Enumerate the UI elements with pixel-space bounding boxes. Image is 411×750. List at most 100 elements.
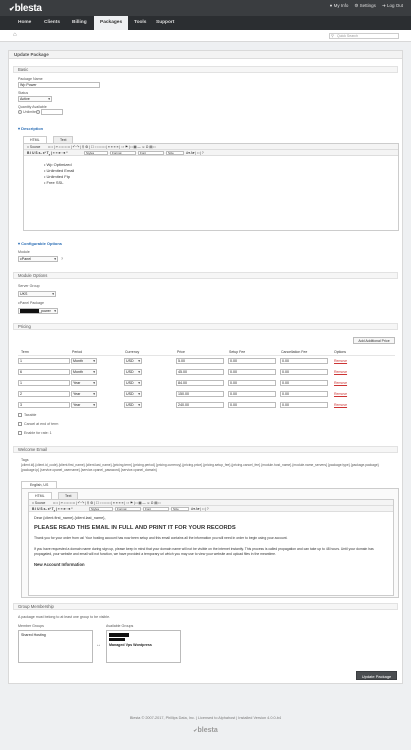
period-select[interactable]: Month <box>71 369 97 375</box>
currency-select[interactable]: USD <box>124 358 142 364</box>
font-select[interactable]: Font <box>138 151 164 155</box>
remove-price-link[interactable]: Remove <box>334 370 347 374</box>
top-links: ● My Info ⚙ Settings ➜ Log Out <box>330 3 403 9</box>
cancel-fee-input[interactable]: 0.00 <box>280 391 328 397</box>
package-name-input[interactable]: Wp Power <box>18 82 100 88</box>
update-package-button[interactable]: Update Package <box>356 671 397 680</box>
currency-select[interactable]: USD <box>124 391 142 397</box>
format-buttons[interactable]: B I U S x₂ x² Tx | ≡ ≡ ⇤ ⇥ “ <box>27 151 68 157</box>
top-bar: ✔blesta ● My Info ⚙ Settings ➜ Log Out <box>0 0 411 16</box>
taxable-checkbox[interactable] <box>18 413 22 417</box>
toolbar-tools[interactable]: □ □ | ✂ □ □ □ □ | ↶ ↷ | ⚲ ⚙ | ☐ ○ □ □ □ … <box>48 145 155 149</box>
tags-list: {client.id} {client.id_code} {client.fir… <box>21 463 379 472</box>
quantity-radio[interactable] <box>36 110 40 114</box>
nav-clients[interactable]: Clients <box>38 16 66 30</box>
prorate-checkbox[interactable] <box>18 431 22 435</box>
email-styles-select[interactable]: Styles <box>89 507 113 511</box>
setup-fee-input[interactable]: 0.00 <box>228 402 276 408</box>
add-price-button[interactable]: Add Additional Price <box>353 337 395 344</box>
status-select[interactable]: Active <box>18 96 52 102</box>
move-groups-icon[interactable]: ↔ <box>96 642 101 648</box>
available-group-item[interactable]: Managed Vps Wordpress <box>109 643 152 647</box>
remove-price-link[interactable]: Remove <box>334 381 347 385</box>
source-button[interactable]: □ Source <box>27 145 40 149</box>
format-select[interactable]: Format <box>110 151 136 155</box>
nav-support[interactable]: Support <box>150 16 180 30</box>
cancel-at-end-checkbox[interactable] <box>18 422 22 426</box>
server-group-select[interactable]: UKS <box>18 291 56 297</box>
cancel-fee-input[interactable]: 0.00 <box>280 380 328 386</box>
setup-fee-input[interactable]: 0.00 <box>228 369 276 375</box>
remove-price-link[interactable]: Remove <box>334 359 347 363</box>
welcome-email-editor[interactable]: □ Source □ □ | ✂ □ □ □ □ | ↶ ↷ | ⚲ ⚙ | ☐… <box>28 499 394 596</box>
log-out-link[interactable]: ➜ Log Out <box>382 3 403 9</box>
email-size-select[interactable]: Size <box>171 507 189 511</box>
email-color-buttons[interactable]: A▾ A▾ | □ | ? <box>191 507 209 511</box>
member-group-item[interactable]: Shared Hosting <box>21 633 46 637</box>
currency-select[interactable]: USD <box>124 369 142 375</box>
color-buttons[interactable]: A▾ A▾ | □ | ? <box>186 151 204 155</box>
nav-billing[interactable]: Billing <box>66 16 93 30</box>
email-subheading: New Account Information <box>34 562 85 567</box>
cancel-fee-input[interactable]: 0.00 <box>280 358 328 364</box>
period-select[interactable]: Year <box>71 380 97 386</box>
currency-select[interactable]: USD <box>124 380 142 386</box>
email-tab-html[interactable]: HTML <box>28 492 52 499</box>
nav-tools[interactable]: Tools <box>128 16 152 30</box>
price-input[interactable]: 84.00 <box>176 380 224 386</box>
size-select[interactable]: Size <box>166 151 184 155</box>
description-editor[interactable]: □ Source □ □ | ✂ □ □ □ □ | ↶ ↷ | ⚲ ⚙ | ☐… <box>23 143 399 231</box>
email-format-buttons[interactable]: B I U S x₂ x² Tx | ≡ ≡ ⇤ ⇥ “ <box>32 507 73 513</box>
settings-link[interactable]: ⚙ Settings <box>354 3 376 9</box>
email-format-select[interactable]: Format <box>115 507 141 511</box>
email-font-select[interactable]: Font <box>143 507 169 511</box>
email-toolbar-row2: B I U S x₂ x² Tx | ≡ ≡ ⇤ ⇥ “ Styles Form… <box>29 506 393 513</box>
setup-fee-input[interactable]: 0.00 <box>228 358 276 364</box>
cancel-at-end-label: Cancel at end of term <box>24 422 59 426</box>
email-toolbar-tools[interactable]: □ □ | ✂ □ □ □ □ | ↶ ↷ | ⚲ ⚙ | ☐ ○ □ □ □ … <box>53 501 160 505</box>
my-info-link[interactable]: ● My Info <box>330 3 349 9</box>
remove-price-link[interactable]: Remove <box>334 392 347 396</box>
setup-fee-input[interactable]: 0.00 <box>228 391 276 397</box>
member-groups-list[interactable]: Shared Hosting <box>18 630 93 663</box>
period-select[interactable]: Month <box>71 358 97 364</box>
period-select[interactable]: Year <box>71 402 97 408</box>
cancel-fee-input[interactable]: 0.00 <box>280 402 328 408</box>
nav-packages[interactable]: Packages <box>94 16 129 30</box>
term-input[interactable]: 1 <box>18 358 70 364</box>
period-select[interactable]: Year <box>71 391 97 397</box>
status-label: Status <box>18 91 29 95</box>
search-input[interactable]: ⚲ Quick Search <box>329 33 399 39</box>
blesta-logo[interactable]: ✔blesta <box>9 3 42 14</box>
description-tab-text[interactable]: Text <box>53 136 74 143</box>
price-input[interactable]: 150.00 <box>176 391 224 397</box>
currency-select[interactable]: USD <box>124 402 142 408</box>
email-source-button[interactable]: □ Source <box>32 501 45 505</box>
home-icon[interactable]: ⌂ <box>13 32 18 38</box>
setup-fee-header: Setup Fee <box>229 350 246 354</box>
remove-price-link[interactable]: Remove <box>334 403 347 407</box>
setup-fee-input[interactable]: 0.00 <box>228 380 276 386</box>
language-tab[interactable]: English, US <box>21 481 58 488</box>
email-greeting: Dear {client.first_name} {client.last_na… <box>34 516 106 520</box>
email-tab-text[interactable]: Text <box>58 492 79 499</box>
cancel-fee-input[interactable]: 0.00 <box>280 369 328 375</box>
available-groups-list[interactable]: Managed Vps Wordpress <box>106 630 181 663</box>
help-icon[interactable]: ? <box>61 257 63 261</box>
term-input[interactable]: 6 <box>18 369 70 375</box>
term-input[interactable]: 3 <box>18 402 70 408</box>
description-toggle[interactable]: ▾ Description <box>18 126 43 131</box>
styles-select[interactable]: Styles <box>84 151 108 155</box>
price-input[interactable]: 5.00 <box>176 358 224 364</box>
term-input[interactable]: 2 <box>18 391 70 397</box>
module-select[interactable]: cPanel <box>18 256 58 262</box>
price-input[interactable]: 240.00 <box>176 402 224 408</box>
term-input[interactable]: 1 <box>18 380 70 386</box>
footer-logo: ✔blesta <box>193 727 218 734</box>
unlimited-radio[interactable] <box>18 110 22 114</box>
description-tab-html[interactable]: HTML <box>23 136 47 143</box>
quantity-input[interactable] <box>41 109 63 115</box>
nav-home[interactable]: Home <box>12 16 37 30</box>
configurable-options-toggle[interactable]: ▾ Configurable Options <box>18 241 62 246</box>
price-input[interactable]: 45.00 <box>176 369 224 375</box>
